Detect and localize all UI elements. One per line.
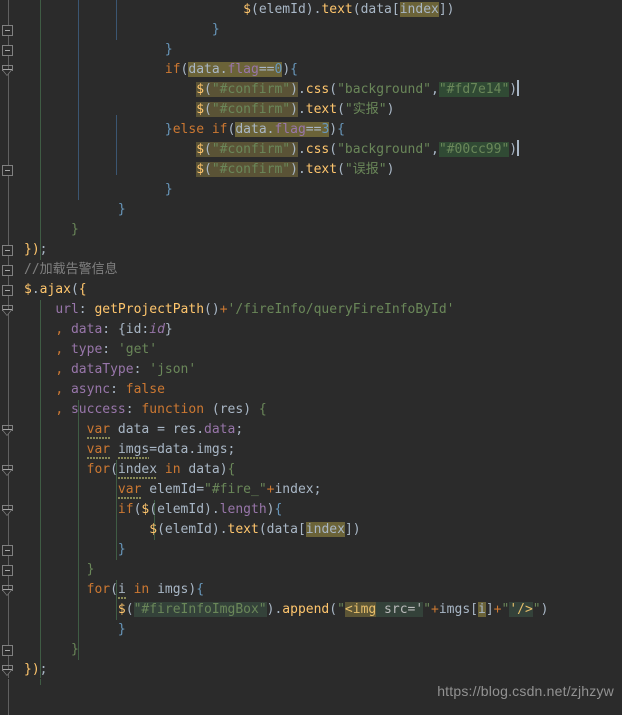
- code-line[interactable]: }: [18, 640, 622, 660]
- code-line[interactable]: }else if(data.flag==3){: [18, 120, 622, 140]
- fold-marker-region-end[interactable]: [1, 65, 16, 76]
- code-line[interactable]: , success: function (res) {: [18, 400, 622, 420]
- code-line[interactable]: , data: {id:id}: [18, 320, 622, 340]
- comment-text: //加载告警信息: [24, 262, 118, 277]
- code-line[interactable]: var imgs=data.imgs;: [18, 440, 622, 460]
- fold-marker-region-end[interactable]: [1, 505, 16, 516]
- fold-gutter[interactable]: [0, 0, 18, 715]
- code-line[interactable]: }: [18, 620, 622, 640]
- fold-marker-region-end[interactable]: [1, 425, 16, 436]
- text-caret: [517, 80, 520, 96]
- code-line[interactable]: $("#confirm").css("background","#00cc99"…: [18, 140, 622, 160]
- fold-marker-region-end[interactable]: [1, 585, 16, 596]
- fold-marker-collapse[interactable]: [1, 265, 16, 276]
- watermark-url: https://blog.csdn.net/zjhzyw: [437, 683, 614, 699]
- code-line[interactable]: }: [18, 540, 622, 560]
- code-line[interactable]: url: getProjectPath()+'/fireInfo/queryFi…: [18, 300, 622, 320]
- code-text-area[interactable]: $(elemId).text(data[index]) } } if(data.…: [18, 0, 622, 715]
- code-line[interactable]: });: [18, 240, 622, 260]
- code-line[interactable]: var elemId="#fire_"+index;: [18, 480, 622, 500]
- code-line[interactable]: $(elemId).text(data[index]): [18, 520, 622, 540]
- code-line[interactable]: $("#confirm").css("background","#fd7e14"…: [18, 80, 622, 100]
- fold-marker-collapse[interactable]: [1, 45, 16, 56]
- fold-marker-collapse[interactable]: [1, 165, 16, 176]
- code-line[interactable]: , type: 'get': [18, 340, 622, 360]
- bottom-divider: [0, 678, 622, 679]
- fold-marker-collapse[interactable]: [1, 25, 16, 36]
- code-line[interactable]: }: [18, 180, 622, 200]
- fold-marker-collapse[interactable]: [1, 645, 16, 656]
- fold-marker-collapse[interactable]: [1, 245, 16, 256]
- fold-marker-collapse[interactable]: [1, 285, 16, 296]
- code-line[interactable]: $("#confirm").text("实报"): [18, 100, 622, 120]
- code-line[interactable]: if(data.flag==0){: [18, 60, 622, 80]
- text-caret: [517, 140, 520, 156]
- code-line-comment[interactable]: //加载告警信息: [18, 260, 622, 280]
- fold-marker-region-end[interactable]: [1, 465, 16, 476]
- code-line[interactable]: var data = res.data;: [18, 420, 622, 440]
- code-line[interactable]: $("#fireInfoImgBox").append("<img src='"…: [18, 600, 622, 620]
- code-line[interactable]: for(i in imgs){: [18, 580, 622, 600]
- code-line[interactable]: , async: false: [18, 380, 622, 400]
- code-editor-window: $(elemId).text(data[index]) } } if(data.…: [0, 0, 622, 715]
- code-line[interactable]: });: [18, 660, 622, 680]
- code-line[interactable]: , dataType: 'json': [18, 360, 622, 380]
- code-line[interactable]: for(index in data){: [18, 460, 622, 480]
- fold-marker-region-end[interactable]: [1, 305, 16, 316]
- code-line[interactable]: if($(elemId).length){: [18, 500, 622, 520]
- code-line[interactable]: }: [18, 560, 622, 580]
- code-line[interactable]: }: [18, 200, 622, 220]
- code-line[interactable]: }: [18, 20, 622, 40]
- code-line[interactable]: }: [18, 220, 622, 240]
- code-line[interactable]: $(elemId).text(data[index]): [18, 0, 622, 20]
- fold-marker-collapse[interactable]: [1, 565, 16, 576]
- code-line[interactable]: $.ajax({: [18, 280, 622, 300]
- code-line[interactable]: $("#confirm").text("误报"): [18, 160, 622, 180]
- fold-marker-collapse[interactable]: [1, 545, 16, 556]
- fold-marker-region-end[interactable]: [1, 665, 16, 676]
- code-line[interactable]: }: [18, 40, 622, 60]
- fold-rail-line: [8, 0, 9, 715]
